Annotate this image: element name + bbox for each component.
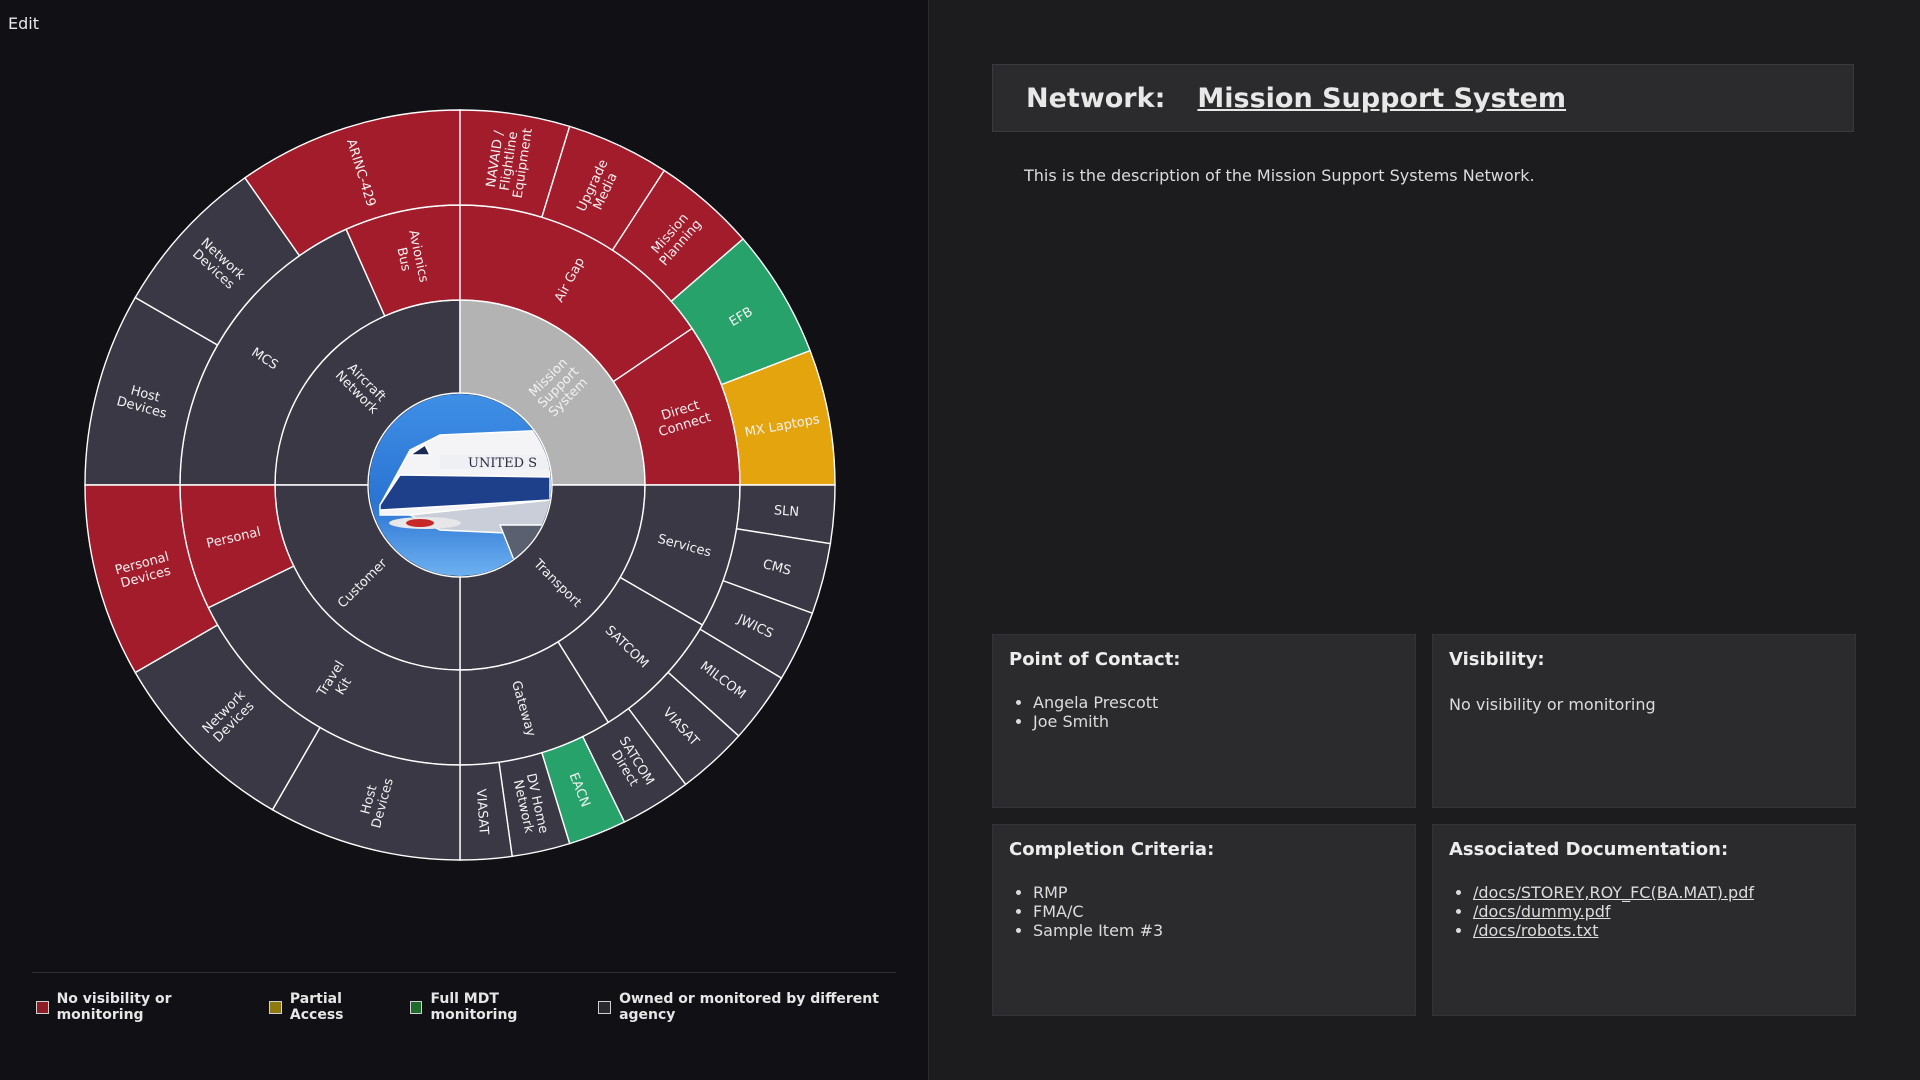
criteria-list: RMP FMA/C Sample Item #3 bbox=[1009, 883, 1163, 940]
documentation-list: /docs/STOREY,ROY_FC(BA.MAT).pdf /docs/du… bbox=[1449, 883, 1754, 940]
doc-link[interactable]: /docs/STOREY,ROY_FC(BA.MAT).pdf bbox=[1473, 883, 1754, 902]
list-item: /docs/robots.txt bbox=[1473, 921, 1754, 940]
legend-label: Partial Access bbox=[289, 991, 344, 1023]
visibility-value: No visibility or monitoring bbox=[1449, 695, 1656, 714]
legend-swatch bbox=[269, 1000, 282, 1014]
legend-label: Owned or monitored by different agency bbox=[619, 991, 879, 1023]
card-title: Visibility: bbox=[1449, 649, 1545, 670]
legend-item-no-visibility[interactable]: No visibility or monitoring bbox=[36, 991, 255, 1023]
list-item: Joe Smith bbox=[1033, 712, 1158, 731]
legend-swatch bbox=[36, 1000, 49, 1014]
list-item: Angela Prescott bbox=[1033, 693, 1158, 712]
point-of-contact-card: Point of Contact: Angela Prescott Joe Sm… bbox=[992, 634, 1416, 808]
network-header: Network: Mission Support System bbox=[992, 64, 1854, 132]
legend-divider bbox=[32, 972, 896, 973]
list-item: /docs/STOREY,ROY_FC(BA.MAT).pdf bbox=[1473, 883, 1754, 902]
documentation-card: Associated Documentation: /docs/STOREY,R… bbox=[1432, 824, 1856, 1016]
contact-list: Angela Prescott Joe Smith bbox=[1009, 693, 1158, 731]
legend-swatch bbox=[409, 1000, 423, 1014]
visibility-card: Visibility: No visibility or monitoring bbox=[1432, 634, 1856, 808]
chart-pane: Edit AircraftNetwork MissionSupportSystem… bbox=[0, 0, 928, 1080]
card-title: Completion Criteria: bbox=[1009, 839, 1215, 860]
legend-item-partial-access[interactable]: Partial Access bbox=[269, 991, 396, 1023]
legend-swatch bbox=[598, 1000, 612, 1014]
network-description: This is the description of the Mission S… bbox=[1024, 166, 1535, 185]
airplane-photo: UNITED S bbox=[369, 394, 551, 576]
legend-item-other-agency[interactable]: Owned or monitored by different agency bbox=[598, 991, 928, 1023]
legend-label: No visibility or monitoring bbox=[56, 991, 172, 1023]
list-item: RMP bbox=[1033, 883, 1163, 902]
network-label: Network: bbox=[1026, 82, 1166, 114]
legend: No visibility or monitoring Partial Acce… bbox=[36, 991, 928, 1023]
list-item: /docs/dummy.pdf bbox=[1473, 902, 1754, 921]
legend-label: Full MDT monitoring bbox=[430, 991, 518, 1023]
doc-link[interactable]: /docs/robots.txt bbox=[1473, 921, 1599, 940]
edit-button[interactable]: Edit bbox=[8, 14, 39, 33]
card-title: Associated Documentation: bbox=[1449, 839, 1729, 860]
card-title: Point of Contact: bbox=[1009, 649, 1181, 670]
network-name-link[interactable]: Mission Support System bbox=[1197, 83, 1566, 114]
doc-link[interactable]: /docs/dummy.pdf bbox=[1473, 902, 1611, 921]
completion-criteria-card: Completion Criteria: RMP FMA/C Sample It… bbox=[992, 824, 1416, 1016]
list-item: Sample Item #3 bbox=[1033, 921, 1163, 940]
legend-item-full-monitoring[interactable]: Full MDT monitoring bbox=[409, 991, 585, 1023]
list-item: FMA/C bbox=[1033, 902, 1163, 921]
network-sunburst-chart: AircraftNetwork MissionSupportSystemTrans… bbox=[84, 109, 836, 861]
